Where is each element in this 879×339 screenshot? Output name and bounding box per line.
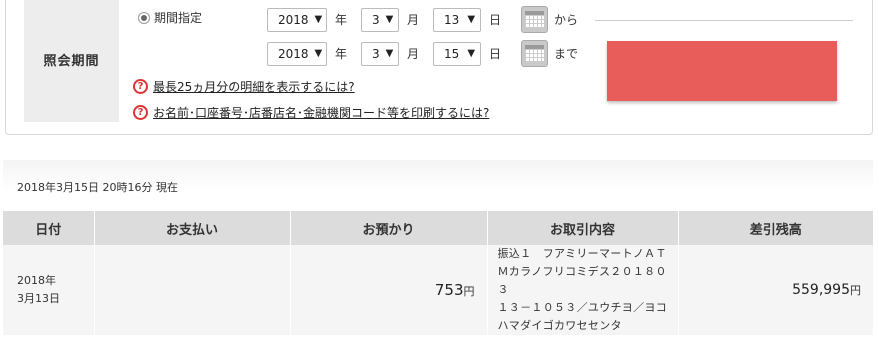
header-date: 日付 [3,211,95,245]
chevron-down-icon: ▼ [314,48,323,59]
from-suffix: から [554,13,579,27]
chevron-down-icon: ▼ [385,48,394,59]
cell-deposit: 753円 [290,245,488,335]
table-row: 2018年 3月13日 753円 振込１ フアミリーマートノＡＴ Ｍカラノフリコ… [3,245,873,335]
question-icon: ? [133,105,148,120]
chevron-down-icon: ▼ [467,14,476,25]
to-month-select[interactable]: 3 ▼ [361,41,400,66]
to-date-row: 2018 ▼ 年 3 ▼ 月 15 ▼ 日 まで [267,40,578,67]
help-link-text[interactable]: お名前･口座番号･店番店名･金融機関コード等を印刷するには? [153,104,489,121]
from-date-row: 2018 ▼ 年 3 ▼ 月 13 ▼ 日 から [267,6,578,33]
chevron-down-icon: ▼ [385,14,394,25]
to-day-select[interactable]: 15 ▼ [433,41,482,66]
to-year-select[interactable]: 2018 ▼ [267,41,327,66]
cell-balance: 559,995円 [678,245,873,335]
header-description: お取引内容 [487,211,679,245]
header-payment: お支払い [94,211,291,245]
chevron-down-icon: ▼ [314,14,323,25]
timestamp: 2018年3月15日 20時16分 現在 [17,181,178,194]
to-suffix: まで [554,47,579,61]
calendar-icon[interactable] [521,40,549,67]
section-label: 照会期間 [24,0,119,122]
help-link-print[interactable]: ? お名前･口座番号･店番店名･金融機関コード等を印刷するには? [133,104,489,121]
calendar-icon[interactable] [521,6,549,33]
cell-date: 2018年 3月13日 [3,245,95,335]
divider [595,20,853,21]
chevron-down-icon: ▼ [467,48,476,59]
radio-selected-icon[interactable] [138,11,150,24]
action-button[interactable] [607,41,837,101]
header-deposit: お預かり [290,211,488,245]
from-year-select[interactable]: 2018 ▼ [267,7,327,32]
radio-label: 期間指定 [154,11,203,25]
help-link-25months[interactable]: ? 最長25ヵ月分の明細を表示するには? [133,78,355,95]
help-link-text[interactable]: 最長25ヵ月分の明細を表示するには? [153,78,355,95]
cell-payment [94,245,291,335]
from-day-select[interactable]: 13 ▼ [433,7,482,32]
from-month-select[interactable]: 3 ▼ [361,7,400,32]
question-icon: ? [133,79,148,94]
table-header-row: 日付 お支払い お預かり お取引内容 差引残高 [3,211,873,245]
cell-description: 振込１ フアミリーマートノＡＴ Ｍカラノフリコミデス２０１８０３ １３－１０５３… [487,245,679,335]
transactions-table: 日付 お支払い お預かり お取引内容 差引残高 2018年 3月13日 753円… [3,211,873,335]
period-radio[interactable]: 期間指定 [138,9,202,26]
header-balance: 差引残高 [678,211,873,245]
